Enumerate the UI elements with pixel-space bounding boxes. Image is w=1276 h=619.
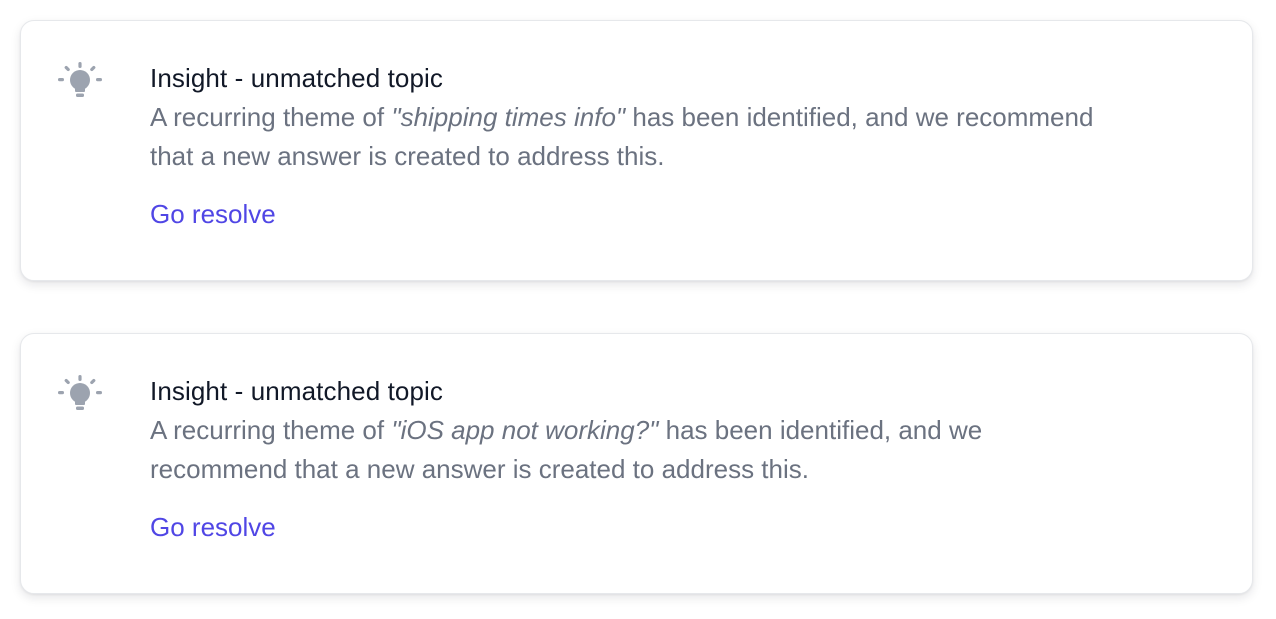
insight-description: A recurring theme of "shipping times inf… [150,98,1110,176]
insights-list: Insight - unmatched topic A recurring th… [0,0,1276,619]
description-prefix: A recurring theme of [150,102,392,132]
topic-name: "iOS app not working?" [391,415,659,445]
insight-content: Insight - unmatched topic A recurring th… [150,374,1212,544]
insight-title: Insight - unmatched topic [150,63,443,93]
lightbulb-icon [57,59,103,105]
description-prefix: A recurring theme of [150,415,392,445]
insight-description: A recurring theme of "iOS app not workin… [150,411,1110,489]
topic-name: "shipping times info" [391,102,626,132]
go-resolve-link[interactable]: Go resolve [150,197,276,231]
insight-card: Insight - unmatched topic A recurring th… [20,333,1253,594]
go-resolve-link[interactable]: Go resolve [150,510,276,544]
insight-content: Insight - unmatched topic A recurring th… [150,61,1212,231]
insight-title: Insight - unmatched topic [150,376,443,406]
insight-card: Insight - unmatched topic A recurring th… [20,20,1253,281]
lightbulb-icon [57,372,103,418]
